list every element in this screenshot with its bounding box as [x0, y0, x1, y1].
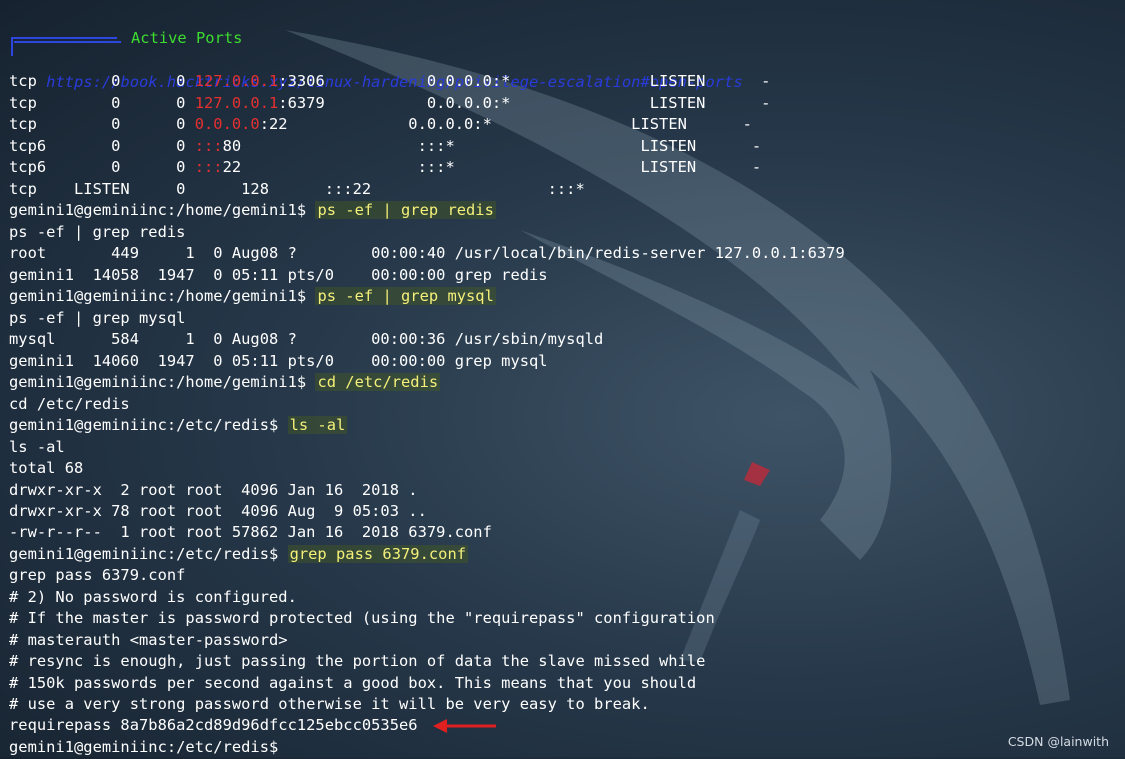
process-line: gemini1 14060 1947 0 05:11 pts/0 00:00:0… [9, 352, 548, 370]
hacktricks-link[interactable]: https://book.hacktricks.xyz/linux-harden… [9, 50, 743, 91]
prompt-line: gemini1@geminiinc:/etc/redis$ ls -al [9, 415, 348, 437]
ls-entry: -rw-r--r-- 1 root root 57862 Jan 16 2018… [9, 523, 492, 541]
ls-entry: drwxr-xr-x 2 root root 4096 Jan 16 2018 … [9, 481, 418, 499]
final-prompt[interactable]: gemini1@geminiinc:/etc/redis$ [9, 737, 288, 759]
command-text: ls -al [287, 416, 348, 434]
terminal-window[interactable]: Active Ports https://book.hacktricks.xyz… [0, 0, 1125, 757]
command-echo: cd /etc/redis [9, 395, 130, 413]
shell-prompt: gemini1@geminiinc:/home/gemini1$ [9, 373, 316, 391]
port-row-1: tcp 0 0 127.0.0.1:3306 0.0.0.0:* LISTEN … [9, 72, 771, 90]
shell-prompt: gemini1@geminiinc:/etc/redis$ [9, 545, 288, 563]
port-ip: ::: [194, 137, 223, 155]
config-comment: # resync is enough, just passing the por… [9, 652, 706, 670]
port-row-4: tcp6 0 0 :::80 :::* LISTEN - [9, 137, 762, 155]
shell-prompt: gemini1@geminiinc:/etc/redis$ [9, 738, 288, 756]
prompt-line: gemini1@geminiinc:/home/gemini1$ ps -ef … [9, 200, 496, 222]
config-comment: # 2) No password is configured. [9, 588, 297, 606]
shell-prompt: gemini1@geminiinc:/etc/redis$ [9, 416, 288, 434]
port-ip: 127.0.0.1 [194, 72, 279, 90]
active-ports-banner: Active Ports [131, 29, 243, 47]
ss-output-line: tcp LISTEN 0 128 :::22 :::* [9, 180, 585, 198]
port-row-2: tcp 0 0 127.0.0.1:6379 0.0.0.0:* LISTEN … [9, 94, 771, 112]
process-line: gemini1 14058 1947 0 05:11 pts/0 00:00:0… [9, 266, 548, 284]
command-text: grep pass 6379.conf [287, 545, 469, 563]
port-ip: 0.0.0.0 [194, 115, 260, 133]
config-comment: # masterauth <master-password> [9, 631, 288, 649]
command-echo: grep pass 6379.conf [9, 566, 186, 584]
process-line: mysql 584 1 0 Aug08 ? 00:00:36 /usr/sbin… [9, 330, 604, 348]
command-text: cd /etc/redis [315, 373, 441, 391]
command-text: ps -ef | grep redis [315, 201, 496, 219]
command-echo: ps -ef | grep redis [9, 223, 186, 241]
process-line: root 449 1 0 Aug08 ? 00:00:40 /usr/local… [9, 244, 845, 262]
requirepass-line: requirepass 8a7b86a2cd89d96dfcc125ebcc05… [9, 716, 418, 734]
config-comment: # use a very strong password otherwise i… [9, 695, 650, 713]
csdn-watermark: CSDN @lainwith [1007, 734, 1109, 749]
port-row-3: tcp 0 0 0.0.0.0:22 0.0.0.0:* LISTEN - [9, 115, 752, 133]
command-text: ps -ef | grep mysql [315, 287, 496, 305]
config-comment: # If the master is password protected (u… [9, 609, 715, 627]
prompt-line: gemini1@geminiinc:/home/gemini1$ cd /etc… [9, 372, 441, 394]
port-ip: ::: [194, 158, 223, 176]
red-arrow-icon [433, 719, 496, 733]
config-comment: # 150k passwords per second against a go… [9, 674, 697, 692]
ls-total: total 68 [9, 459, 84, 477]
prompt-line: gemini1@geminiinc:/etc/redis$ grep pass … [9, 544, 469, 566]
ls-entry: drwxr-xr-x 78 root root 4096 Aug 9 05:03… [9, 502, 427, 520]
port-row-5: tcp6 0 0 :::22 :::* LISTEN - [9, 158, 762, 176]
shell-prompt: gemini1@geminiinc:/home/gemini1$ [9, 287, 316, 305]
command-echo: ls -al [9, 438, 65, 456]
port-ip: 127.0.0.1 [194, 94, 279, 112]
command-echo: ps -ef | grep mysql [9, 309, 186, 327]
shell-prompt: gemini1@geminiinc:/home/gemini1$ [9, 201, 316, 219]
prompt-line: gemini1@geminiinc:/home/gemini1$ ps -ef … [9, 286, 496, 308]
